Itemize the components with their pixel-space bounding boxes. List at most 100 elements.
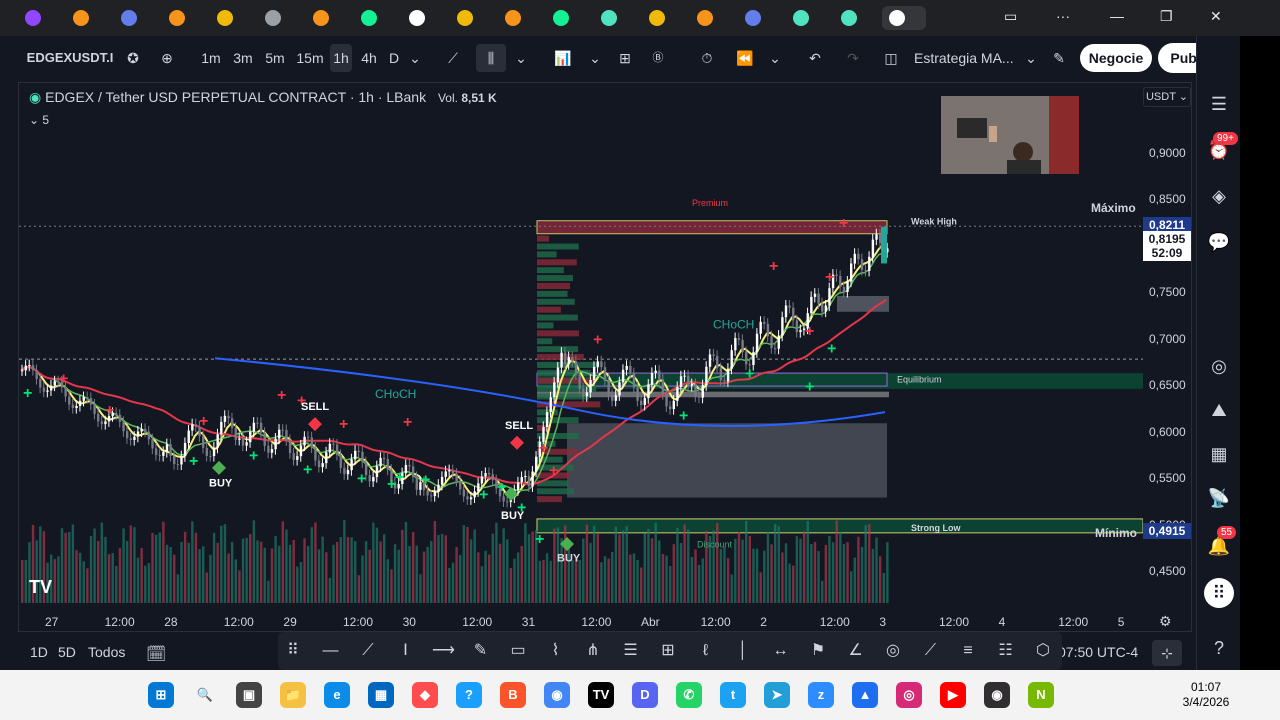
replay-dropdown-icon[interactable]: ⌄ [768, 44, 782, 72]
layers-icon[interactable]: ◈ [1207, 184, 1231, 208]
interval-dropdown-icon[interactable]: ⌄ [408, 44, 422, 72]
calendar-grid-icon[interactable]: ▦ [1207, 442, 1231, 466]
browser-tab[interactable] [882, 6, 926, 30]
layout-icon[interactable]: ⊞ [614, 44, 636, 72]
grid-tool-icon[interactable]: ⊞ [657, 640, 679, 662]
windows-start-icon[interactable]: ⊞ [148, 682, 174, 708]
template-dropdown-icon[interactable]: ⌄ [1024, 44, 1038, 72]
add-symbol-icon[interactable]: ⊕ [156, 44, 178, 72]
browser-tab[interactable] [402, 6, 446, 30]
browser-tab[interactable] [450, 6, 494, 30]
chat-icon[interactable]: 💬 [1207, 230, 1231, 254]
trend-line-icon[interactable]: ⟋ [357, 640, 379, 662]
browser-tab[interactable] [354, 6, 398, 30]
more-icon[interactable]: ··· [1056, 8, 1070, 24]
path-icon[interactable]: ⌇ [545, 640, 567, 662]
negocie-button[interactable]: Negocie [1080, 44, 1152, 72]
angle-icon[interactable]: ∠ [845, 640, 867, 662]
monitor-icon[interactable]: ▭ [1004, 8, 1017, 25]
interval-5m[interactable]: 5m [262, 44, 288, 72]
maximize-button[interactable]: ❐ [1160, 8, 1173, 25]
flag-icon[interactable]: ⚑ [807, 640, 829, 662]
browser-tab[interactable] [498, 6, 542, 30]
horizontal-line-icon[interactable]: — [320, 640, 342, 662]
mountain-icon[interactable]: ⛰ [1207, 398, 1231, 422]
template-name[interactable]: Estrategia MA... [914, 44, 1018, 72]
apps-grid-icon[interactable]: ⠿ [1204, 578, 1234, 608]
panel-icon[interactable]: ◫ [880, 44, 902, 72]
target-icon[interactable]: ◎ [1207, 354, 1231, 378]
obs-icon[interactable]: ◉ [984, 682, 1010, 708]
price-axis[interactable]: USDT ⌄ 0,9000 0,8500 0,7500 0,7000 0,6500 0,6… [1143, 83, 1193, 633]
instagram-icon[interactable]: ◎ [896, 682, 922, 708]
browser-tab[interactable] [834, 6, 878, 30]
browser-tab[interactable] [114, 6, 158, 30]
drive-icon[interactable]: ▲ [852, 682, 878, 708]
indicators-collapse[interactable]: ⌄ 5 [29, 113, 49, 127]
browser-tab[interactable] [18, 6, 62, 30]
broadcast-icon[interactable]: 📡 [1207, 486, 1231, 510]
range-5d[interactable]: 5D [58, 644, 76, 660]
zoom-icon[interactable]: z [808, 682, 834, 708]
edge-icon[interactable]: e [324, 682, 350, 708]
browser-tab[interactable] [306, 6, 350, 30]
redo-icon[interactable]: ↷ [842, 44, 864, 72]
rectangle-icon[interactable]: ▭ [507, 640, 529, 662]
browser-tab[interactable] [210, 6, 254, 30]
discord-icon[interactable]: D [632, 682, 658, 708]
browser-tab[interactable] [690, 6, 734, 30]
lasso-icon[interactable]: ⬡ [1032, 640, 1054, 662]
circle-target-icon[interactable]: ◎ [882, 640, 904, 662]
system-clock[interactable]: 01:07 3/4/2026 [1166, 680, 1246, 710]
twitter-icon[interactable]: t [720, 682, 746, 708]
candle-chart-icon[interactable]: ⫼ [476, 44, 506, 72]
settings-gear-icon[interactable]: ⚙ [1159, 613, 1172, 630]
calendar-icon[interactable]: 🗓 [146, 644, 166, 664]
currency-selector[interactable]: USDT ⌄ [1143, 87, 1191, 107]
b-icon[interactable]: Ⓑ [648, 44, 668, 72]
help-app-icon[interactable]: ? [456, 682, 482, 708]
pitchfork-icon[interactable]: ⋔ [582, 640, 604, 662]
replay-icon[interactable]: ⏪ [734, 44, 756, 72]
interval-15m[interactable]: 15m [294, 44, 326, 72]
interval-1m[interactable]: 1m [198, 44, 224, 72]
undo-icon[interactable]: ↶ [804, 44, 826, 72]
browser-tab[interactable] [642, 6, 686, 30]
time-axis[interactable]: 27 12:00 28 12:00 29 12:00 30 12:00 31 12:00 Abr 12… [19, 613, 1172, 633]
whatsapp-icon[interactable]: ✆ [676, 682, 702, 708]
search-icon[interactable]: 🔍 [192, 682, 218, 708]
chart-type-dropdown-icon[interactable]: ⌄ [514, 44, 528, 72]
range-todos[interactable]: Todos [88, 644, 125, 660]
chrome-icon[interactable]: ◉ [544, 682, 570, 708]
interval-1h[interactable]: 1h [330, 44, 352, 72]
store-icon[interactable]: ▦ [368, 682, 394, 708]
file-explorer-icon[interactable]: 📁 [280, 682, 306, 708]
brush-icon[interactable]: ℓ [695, 640, 717, 662]
minimize-button[interactable]: — [1110, 8, 1124, 24]
interval-4h[interactable]: 4h [358, 44, 380, 72]
symbol-search[interactable]: EDGEXUSDT.I [24, 44, 116, 72]
figma-icon[interactable]: ◆ [412, 682, 438, 708]
vertical-line-icon[interactable]: │ [732, 640, 754, 662]
drag-handle-icon[interactable]: ⠿ [282, 640, 304, 662]
browser-tab[interactable] [594, 6, 638, 30]
browser-tab[interactable] [786, 6, 830, 30]
line-chart-icon[interactable]: ⟋ [442, 44, 464, 72]
time-display[interactable]: 07:50 UTC-4 [1058, 644, 1138, 660]
alert-icon[interactable]: ⏱ [696, 44, 718, 72]
help-icon[interactable]: ? [1207, 636, 1231, 660]
tradingview-icon[interactable]: TV [588, 682, 614, 708]
indicators-icon[interactable]: 📊 [552, 44, 574, 72]
interval-3m[interactable]: 3m [230, 44, 256, 72]
text-cursor-icon[interactable]: Ⅰ [395, 640, 417, 662]
ray-icon[interactable]: ⟶ [432, 640, 455, 662]
interval-D[interactable]: D [386, 44, 402, 72]
symbol-settings-icon[interactable]: ✪ [122, 44, 144, 72]
fib-icon[interactable]: ☰ [620, 640, 642, 662]
watchlist-icon[interactable]: ☰ [1207, 92, 1231, 116]
nvidia-icon[interactable]: N [1028, 682, 1054, 708]
measure-icon[interactable]: ↔ [770, 640, 792, 662]
indicators-dropdown-icon[interactable]: ⌄ [588, 44, 602, 72]
list-tool-icon[interactable]: ☷ [995, 640, 1017, 662]
range-1d[interactable]: 1D [30, 644, 48, 660]
